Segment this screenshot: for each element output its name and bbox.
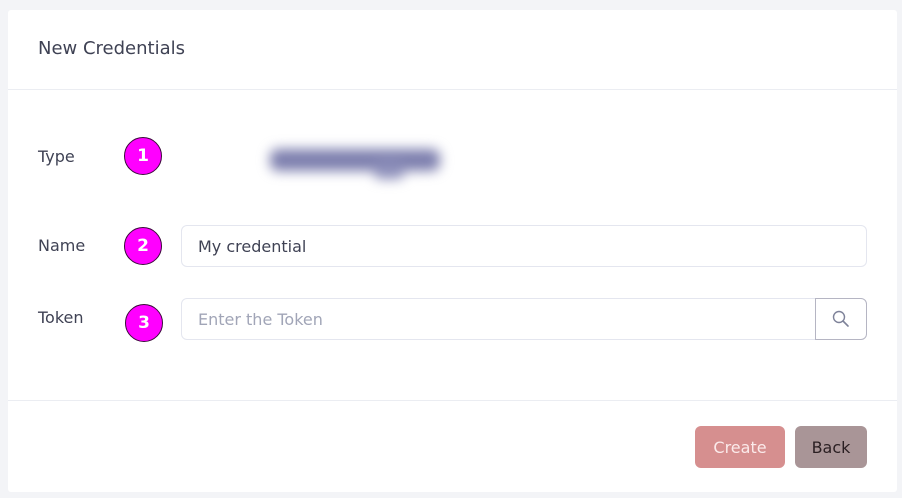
create-button[interactable]: Create [695,426,785,468]
page-title: New Credentials [38,38,186,59]
name-label: Name [38,236,86,255]
step-badge-1: 1 [124,137,162,175]
token-label: Token [38,308,84,327]
back-button[interactable]: Back [795,426,867,468]
type-label: Type [38,147,75,166]
card-header: New Credentials [8,10,897,90]
credentials-card: New Credentials Type 1 Name 2 Token 3 Cr… [8,10,897,492]
step-badge-3: 3 [125,304,163,342]
step-badge-2: 2 [124,227,162,265]
card-footer: Create Back [8,400,897,492]
type-value-redacted [264,131,447,183]
name-input[interactable] [181,225,867,267]
search-icon [832,310,849,327]
token-search-button[interactable] [815,298,867,340]
token-input[interactable] [181,298,817,340]
